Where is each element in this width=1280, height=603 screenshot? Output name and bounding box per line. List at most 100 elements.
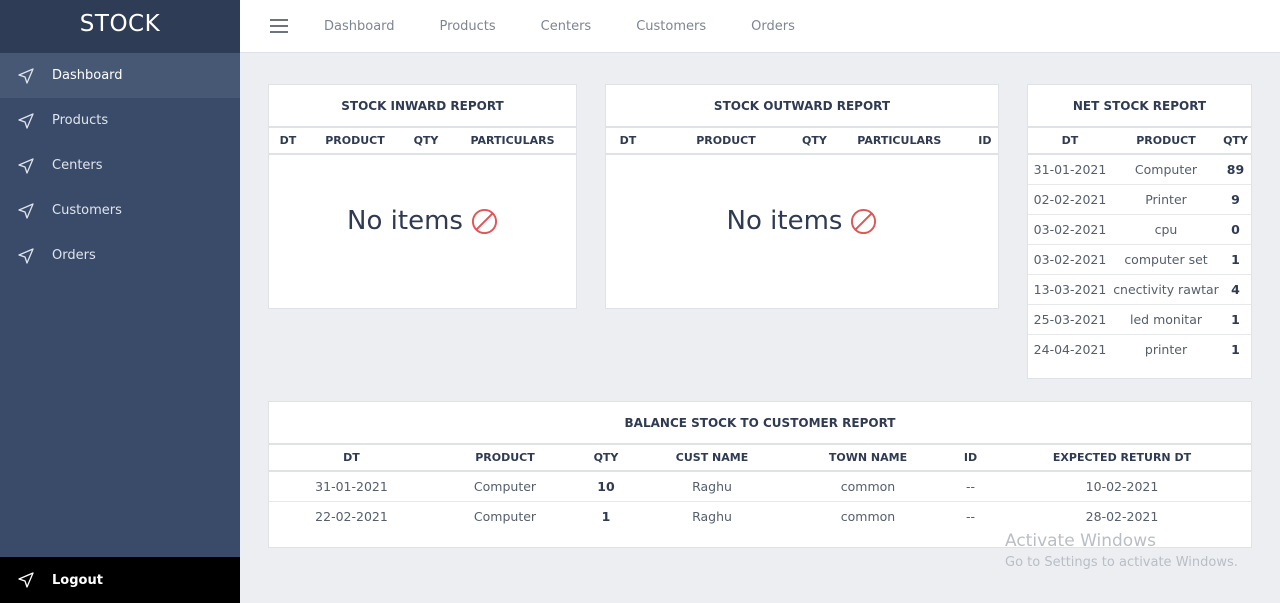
sidebar-item-label: Products [52,113,109,128]
column-header: EXPECTED RETURN DT [993,445,1251,472]
qty-cell: 1 [1220,304,1251,335]
column-header: PRODUCT [307,128,403,155]
no-entry-icon [471,208,497,234]
stock-outward-report: STOCK OUTWARD REPORT DT PRODUCT QTY PART… [605,84,999,309]
topnav-link-products[interactable]: Products [440,19,496,34]
topnav-link-centers[interactable]: Centers [541,19,592,34]
topnav-link-customers[interactable]: Customers [636,19,706,34]
sidebar-item-orders[interactable]: Orders [0,233,240,278]
send-icon [18,67,34,84]
table-row: 22-02-2021 Computer 1 Raghu common -- 28… [269,501,1251,531]
column-header: TOWN NAME [788,445,948,472]
logout-button[interactable]: Logout [0,557,240,603]
no-entry-icon [851,208,877,234]
column-header: DT [269,128,307,155]
date-cell: 31-01-2021 [269,471,434,502]
card-title: STOCK OUTWARD REPORT [606,85,998,128]
product-cell: led monitar [1112,304,1220,335]
product-cell: cpu [1112,214,1220,245]
expected-return-cell: 10-02-2021 [993,471,1251,502]
sidebar-item-label: Dashboard [52,68,123,83]
table-row: 13-03-2021 cnectivity rawtar 4 [1028,274,1251,305]
cust-name-cell: Raghu [692,508,732,524]
menu-toggle-icon[interactable] [270,19,288,33]
product-cell: Computer [434,471,576,502]
send-icon [18,112,34,129]
net-stock-table: DT PRODUCT QTY 31-01-2021 Computer 89 02-0… [1028,128,1251,364]
card-title: STOCK INWARD REPORT [269,85,576,128]
product-cell: printer [1144,341,1188,357]
qty-cell: 89 [1220,154,1251,185]
card-title: BALANCE STOCK TO CUSTOMER REPORT [269,402,1251,445]
date-cell: 13-03-2021 [1028,274,1112,305]
table-row: 31-01-2021 Computer 89 [1028,154,1251,185]
expected-return-cell: 28-02-2021 [1085,508,1159,524]
product-cell: cnectivity rawtar [1112,274,1220,305]
logout-label: Logout [52,572,103,588]
date-cell: 03-02-2021 [1028,214,1112,245]
outward-table: DT PRODUCT QTY PARTICULARS ID [606,128,998,155]
table-row: 03-02-2021 computer set 1 [1028,244,1251,275]
column-header: PARTICULARS [449,128,576,155]
date-cell: 22-02-2021 [315,508,388,524]
balance-table: DT PRODUCT QTY CUST NAME TOWN NAME ID EX… [269,445,1251,531]
send-icon [18,572,34,588]
product-cell: Computer [1112,154,1220,185]
balance-stock-report: BALANCE STOCK TO CUSTOMER REPORT DT PROD… [268,401,1252,548]
column-header: QTY [403,128,449,155]
table-row: 25-03-2021 led monitar 1 [1028,304,1251,335]
empty-state: No items [269,155,576,287]
column-header: QTY [802,128,827,155]
sidebar-item-dashboard[interactable]: Dashboard [0,53,240,98]
table-row: 31-01-2021 Computer 10 Raghu common -- 1… [269,471,1251,502]
column-header: PRODUCT [434,445,576,472]
qty-cell: 1 [1220,244,1251,275]
qty-cell: 10 [576,471,636,502]
send-icon [18,247,34,264]
watermark-title: Activate Windows [1005,531,1156,551]
send-icon [18,202,34,219]
app-title: STOCK [0,0,240,53]
sidebar-item-products[interactable]: Products [0,98,240,143]
date-cell: 02-02-2021 [1028,184,1112,215]
product-cell: Printer [1112,184,1220,215]
sidebar-item-label: Centers [52,158,103,173]
card-title: NET STOCK REPORT [1028,85,1251,128]
town-name-cell: common [788,471,948,502]
empty-state: No items [606,155,998,287]
cust-name-cell: Raghu [636,471,788,502]
column-header: ID [948,445,993,472]
table-row: 02-02-2021 Printer 9 [1028,184,1251,215]
column-header: QTY [1220,128,1251,155]
column-header: DT [606,128,650,155]
product-cell: computer set [1112,244,1220,275]
stock-inward-report: STOCK INWARD REPORT DT PRODUCT QTY PARTI… [268,84,577,309]
column-header: QTY [576,445,636,472]
empty-state-text: No items [347,206,463,236]
column-header: PRODUCT [650,128,802,155]
date-cell: 25-03-2021 [1028,304,1112,335]
topnav-link-dashboard[interactable]: Dashboard [324,19,395,34]
topnav-link-orders[interactable]: Orders [751,19,795,34]
date-cell: 03-02-2021 [1028,244,1112,275]
sidebar: STOCK Dashboard Products Centers Custome… [0,0,240,603]
qty-cell: 1 [1231,341,1240,357]
column-header: CUST NAME [636,445,788,472]
qty-cell: 1 [601,508,611,524]
column-header: ID [971,128,998,155]
net-stock-report: NET STOCK REPORT DT PRODUCT QTY 31-01-20… [1027,84,1252,379]
qty-cell: 0 [1220,214,1251,245]
sidebar-item-label: Orders [52,248,96,263]
column-header: DT [1028,128,1112,155]
watermark-subtitle: Go to Settings to activate Windows. [1005,555,1238,570]
column-header: PARTICULARS [826,128,972,155]
column-header: PRODUCT [1112,128,1220,155]
town-name-cell: common [840,508,896,524]
table-row: 24-04-2021 printer 1 [1028,334,1251,364]
sidebar-item-centers[interactable]: Centers [0,143,240,188]
date-cell: 31-01-2021 [1028,154,1112,185]
sidebar-item-label: Customers [52,203,122,218]
empty-state-text: No items [726,206,843,236]
top-navbar: Dashboard Products Centers Customers Ord… [240,0,1280,53]
sidebar-item-customers[interactable]: Customers [0,188,240,233]
